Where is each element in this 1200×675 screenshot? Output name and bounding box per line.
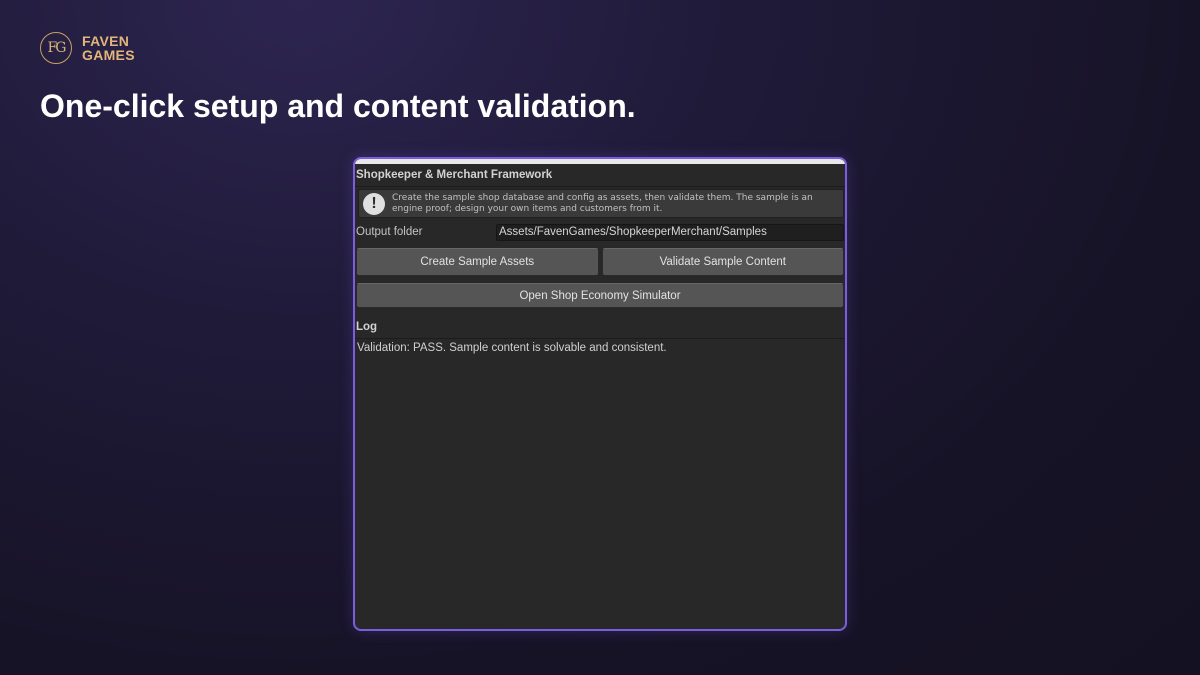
brand-name-line1: FAVEN	[82, 33, 130, 49]
window-title: Shopkeeper & Merchant Framework	[355, 164, 845, 187]
help-text: Create the sample shop database and conf…	[392, 193, 813, 214]
create-sample-assets-button[interactable]: Create Sample Assets	[356, 248, 599, 276]
action-button-row: Create Sample Assets Validate Sample Con…	[356, 248, 844, 276]
validate-sample-content-button[interactable]: Validate Sample Content	[601, 248, 844, 276]
open-shop-economy-simulator-button[interactable]: Open Shop Economy Simulator	[356, 283, 844, 308]
log-title: Log	[355, 316, 845, 339]
editor-window: Shopkeeper & Merchant Framework ! Create…	[353, 157, 847, 631]
help-box: ! Create the sample shop database and co…	[358, 189, 844, 218]
fg-monogram-icon: FG	[40, 32, 72, 64]
brand-name: FAVEN GAMES	[82, 34, 135, 62]
brand-logo: FG FAVEN GAMES	[40, 32, 135, 64]
output-folder-row: Output folder Assets/FavenGames/Shopkeep…	[355, 222, 845, 242]
brand-name-line2: GAMES	[82, 47, 135, 63]
headline: One-click setup and content validation.	[40, 88, 636, 124]
exclamation-info-icon: !	[363, 192, 385, 215]
output-folder-input[interactable]: Assets/FavenGames/ShopkeeperMerchant/Sam…	[496, 223, 844, 241]
log-text: Validation: PASS. Sample content is solv…	[357, 342, 667, 354]
output-folder-label: Output folder	[356, 226, 423, 238]
